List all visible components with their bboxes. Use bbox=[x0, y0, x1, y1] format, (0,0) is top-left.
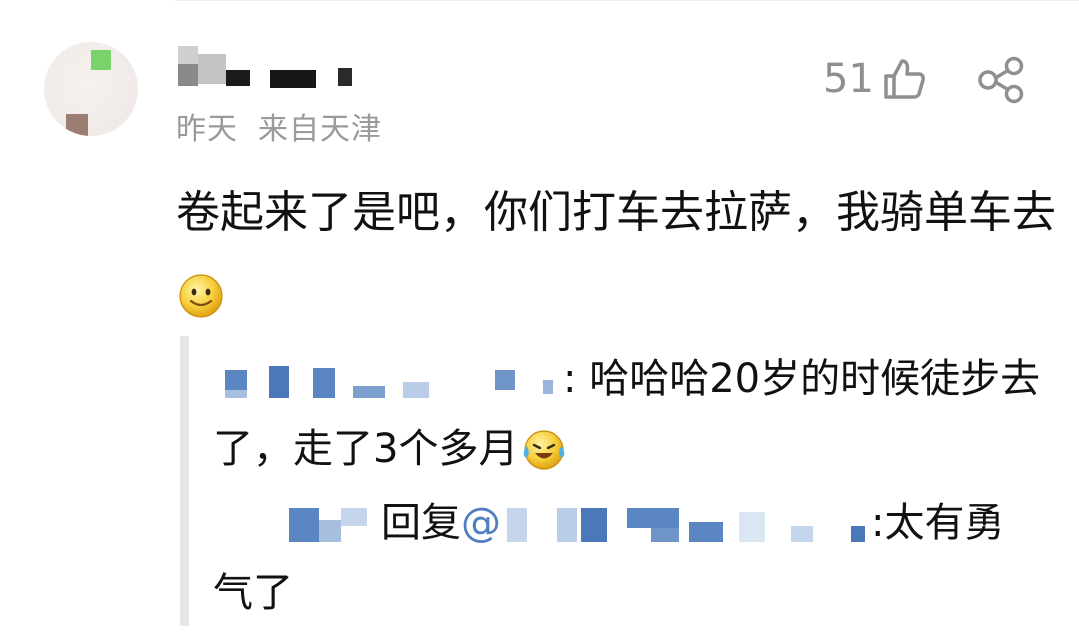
avatar[interactable] bbox=[44, 42, 138, 136]
reply-author-mosaic[interactable] bbox=[213, 360, 563, 400]
laugh-cry-emoji-icon bbox=[524, 430, 565, 470]
reply-thread-bar bbox=[180, 336, 189, 626]
share-icon[interactable] bbox=[976, 56, 1026, 104]
comment-location: 来自天津 bbox=[258, 112, 382, 147]
reply-item[interactable]: 回复@ :太有勇气了 bbox=[213, 488, 1043, 628]
comment-text: 卷起来了是吧，你们打车去拉萨，我骑单车去 bbox=[176, 172, 1056, 336]
reply-separator: : bbox=[871, 500, 885, 546]
mention-at[interactable]: @ bbox=[461, 500, 501, 546]
comment-body: 卷起来了是吧，你们打车去拉萨，我骑单车去 bbox=[176, 187, 1056, 238]
mention-mosaic[interactable] bbox=[501, 504, 871, 544]
reply-item[interactable]: : 哈哈哈20岁的时候徒步去了，走了3个多月 bbox=[213, 344, 1043, 484]
reply-author-mosaic[interactable] bbox=[213, 504, 381, 544]
smile-emoji-icon bbox=[179, 274, 223, 318]
top-divider bbox=[175, 0, 1079, 1]
reply-separator: : bbox=[563, 356, 577, 402]
like-count: 51 bbox=[823, 56, 874, 102]
like-button[interactable]: 51 bbox=[823, 56, 926, 102]
thumbs-up-icon bbox=[884, 59, 925, 99]
avatar-pixel bbox=[66, 114, 88, 136]
comment-time: 昨天 bbox=[176, 112, 238, 147]
comment-meta: 昨天 来自天津 bbox=[176, 104, 382, 148]
username-mosaic[interactable] bbox=[178, 46, 368, 94]
reply-word: 回复 bbox=[381, 500, 461, 546]
avatar-pixel bbox=[91, 50, 111, 70]
